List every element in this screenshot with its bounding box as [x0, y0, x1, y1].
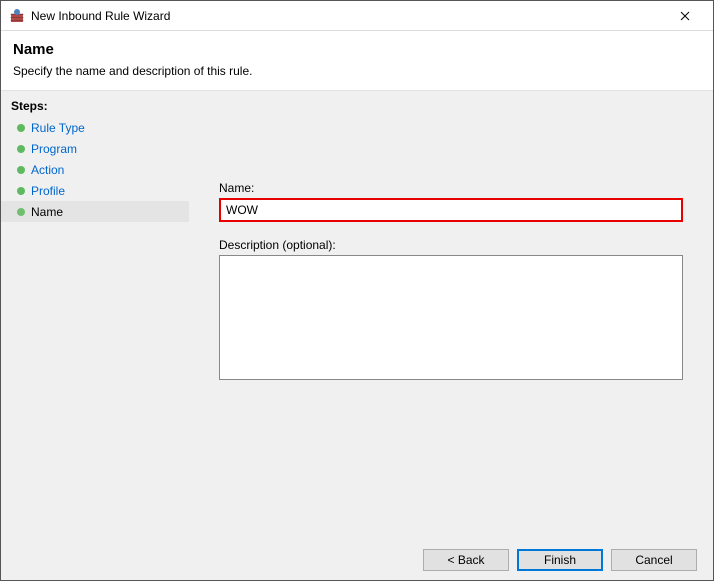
step-profile[interactable]: Profile	[1, 180, 189, 201]
name-label: Name:	[219, 181, 683, 195]
description-textarea[interactable]	[219, 255, 683, 380]
titlebar: New Inbound Rule Wizard	[1, 1, 713, 31]
firewall-icon	[9, 8, 25, 24]
window-title: New Inbound Rule Wizard	[31, 9, 170, 23]
bullet-icon	[17, 208, 25, 216]
finish-button[interactable]: Finish	[517, 549, 603, 571]
step-label: Profile	[31, 184, 65, 198]
main-panel: Name: Description (optional):	[189, 91, 713, 544]
wizard-body: Steps: Rule Type Program Action Profile …	[1, 90, 713, 544]
close-icon	[680, 11, 690, 21]
name-input-highlight	[219, 198, 683, 222]
description-field-group: Description (optional):	[219, 238, 683, 383]
name-input[interactable]	[222, 201, 680, 219]
step-label: Action	[31, 163, 64, 177]
step-label: Rule Type	[31, 121, 85, 135]
wizard-header: Name Specify the name and description of…	[1, 31, 713, 90]
description-label: Description (optional):	[219, 238, 683, 252]
steps-heading: Steps:	[1, 97, 189, 117]
cancel-button[interactable]: Cancel	[611, 549, 697, 571]
close-button[interactable]	[665, 2, 705, 30]
steps-sidebar: Steps: Rule Type Program Action Profile …	[1, 91, 189, 544]
page-description: Specify the name and description of this…	[13, 64, 701, 78]
step-program[interactable]: Program	[1, 138, 189, 159]
back-button[interactable]: < Back	[423, 549, 509, 571]
bullet-icon	[17, 187, 25, 195]
step-rule-type[interactable]: Rule Type	[1, 117, 189, 138]
bullet-icon	[17, 145, 25, 153]
bullet-icon	[17, 166, 25, 174]
step-label: Program	[31, 142, 77, 156]
step-label: Name	[31, 205, 63, 219]
button-bar: < Back Finish Cancel	[1, 540, 713, 580]
name-field-group: Name:	[219, 181, 683, 222]
step-action[interactable]: Action	[1, 159, 189, 180]
step-name[interactable]: Name	[1, 201, 189, 222]
bullet-icon	[17, 124, 25, 132]
page-title: Name	[13, 41, 701, 58]
